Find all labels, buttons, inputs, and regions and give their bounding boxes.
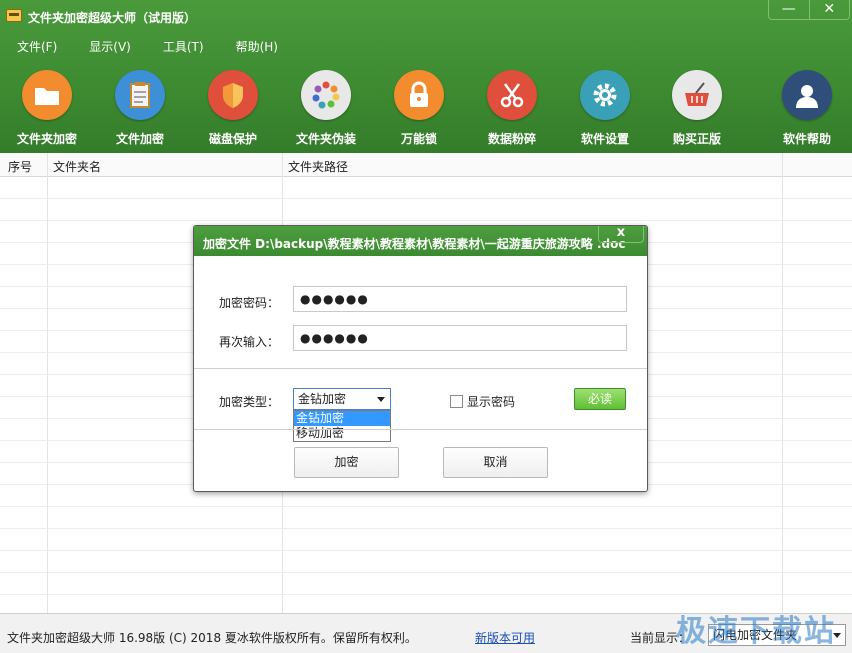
universal-lock-button[interactable]: 万能锁 bbox=[379, 70, 459, 147]
shield-icon bbox=[208, 70, 258, 120]
gear-icon bbox=[580, 70, 630, 120]
confirm-password-input[interactable]: ●●●●●● bbox=[293, 325, 627, 351]
column-divider bbox=[47, 153, 48, 613]
dialog-close-button[interactable]: x bbox=[598, 226, 644, 243]
scissors-icon bbox=[487, 70, 537, 120]
menu-tools[interactable]: 工具(T) bbox=[163, 38, 204, 56]
must-read-button[interactable]: 必读 bbox=[574, 388, 626, 410]
divider bbox=[194, 368, 647, 369]
show-password-checkbox[interactable] bbox=[450, 395, 463, 408]
row-line bbox=[0, 550, 852, 551]
column-index[interactable]: 序号 bbox=[8, 158, 32, 175]
color-wheel-icon bbox=[301, 70, 351, 120]
toolbar: 文件夹加密 文件加密 磁盘保护 文件夹伪装 万能锁 数据粉碎 软件设置 购买正版… bbox=[0, 70, 852, 148]
dialog-title: 加密文件 D:\backup\教程素材\教程素材\教程素材\一起游重庆旅游攻略 … bbox=[203, 237, 626, 251]
minimize-button[interactable]: — bbox=[769, 0, 809, 19]
row-line bbox=[0, 220, 852, 221]
header-area: 文件夹加密超级大师（试用版） — ✕ 文件(F) 显示(V) 工具(T) 帮助(… bbox=[0, 0, 852, 153]
new-version-link[interactable]: 新版本可用 bbox=[475, 629, 535, 646]
row-line bbox=[0, 506, 852, 507]
settings-button[interactable]: 软件设置 bbox=[565, 70, 645, 147]
encrypt-file-dialog: 加密文件 D:\backup\教程素材\教程素材\教程素材\一起游重庆旅游攻略 … bbox=[193, 225, 648, 492]
row-line bbox=[0, 594, 852, 595]
dialog-title-bar: 加密文件 D:\backup\教程素材\教程素材\教程素材\一起游重庆旅游攻略 … bbox=[194, 226, 647, 256]
encrypt-type-value: 金钻加密 bbox=[298, 392, 347, 406]
divider bbox=[194, 429, 647, 430]
row-line bbox=[0, 528, 852, 529]
menu-view[interactable]: 显示(V) bbox=[89, 38, 131, 56]
watermark: 极速下载站 bbox=[676, 614, 836, 649]
title-bar: 文件夹加密超级大师（试用版） — ✕ bbox=[0, 0, 852, 32]
option-gold-encrypt[interactable]: 金钻加密 bbox=[294, 411, 390, 426]
disk-protect-button[interactable]: 磁盘保护 bbox=[193, 70, 273, 147]
data-shred-button[interactable]: 数据粉碎 bbox=[472, 70, 552, 147]
padlock-icon bbox=[394, 70, 444, 120]
show-password-label: 显示密码 bbox=[467, 395, 516, 409]
menu-bar: 文件(F) 显示(V) 工具(T) 帮助(H) bbox=[0, 38, 293, 56]
copyright-text: 文件夹加密超级大师 16.98版 (C) 2018 夏冰软件版权所有。保留所有权… bbox=[7, 631, 417, 645]
window-controls: — ✕ bbox=[768, 0, 850, 20]
encrypt-type-label: 加密类型： bbox=[219, 395, 280, 409]
confirm-password-label: 再次输入： bbox=[219, 335, 280, 349]
basket-icon bbox=[672, 70, 722, 120]
cancel-button[interactable]: 取消 bbox=[443, 447, 548, 478]
window-title: 文件夹加密超级大师（试用版） bbox=[28, 11, 197, 25]
column-folder-name[interactable]: 文件夹名 bbox=[53, 158, 101, 175]
app-logo-icon bbox=[6, 9, 22, 22]
close-button[interactable]: ✕ bbox=[808, 0, 850, 19]
password-input[interactable]: ●●●●●● bbox=[293, 286, 627, 312]
folder-disguise-button[interactable]: 文件夹伪装 bbox=[286, 70, 366, 147]
encrypt-button[interactable]: 加密 bbox=[294, 447, 399, 478]
encrypt-type-options: 金钻加密 移动加密 bbox=[293, 410, 391, 442]
user-icon bbox=[782, 70, 832, 120]
chevron-down-icon bbox=[377, 397, 385, 402]
show-password-toggle[interactable]: 显示密码 bbox=[450, 393, 515, 410]
row-line bbox=[0, 198, 852, 199]
encrypt-type-select[interactable]: 金钻加密 bbox=[293, 388, 391, 410]
column-folder-path[interactable]: 文件夹路径 bbox=[288, 158, 348, 175]
menu-file[interactable]: 文件(F) bbox=[17, 38, 57, 56]
clipboard-icon bbox=[115, 70, 165, 120]
buy-button[interactable]: 购买正版 bbox=[657, 70, 737, 147]
help-button[interactable]: 软件帮助 bbox=[767, 70, 847, 147]
column-divider bbox=[782, 153, 783, 613]
row-line bbox=[0, 572, 852, 573]
folder-icon bbox=[22, 70, 72, 120]
menu-help[interactable]: 帮助(H) bbox=[236, 38, 278, 56]
password-label: 加密密码： bbox=[219, 296, 280, 310]
file-encrypt-button[interactable]: 文件加密 bbox=[100, 70, 180, 147]
table-header: 序号 文件夹名 文件夹路径 bbox=[0, 153, 852, 177]
folder-encrypt-button[interactable]: 文件夹加密 bbox=[7, 70, 87, 147]
